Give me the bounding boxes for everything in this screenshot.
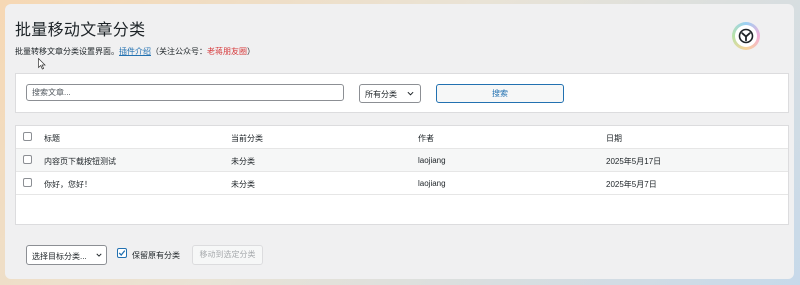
keep-categories-checkbox[interactable] (117, 248, 127, 258)
post-author: laojiang (418, 156, 446, 165)
plugin-page: 批量移动文章分类 批量转移文章分类设置界面。插件介绍（关注公众号：老蒋朋友圈） … (5, 4, 794, 279)
page-title: 批量移动文章分类 (15, 22, 146, 39)
post-date: 2025年5月17日 (606, 157, 662, 166)
chevron-down-icon (96, 253, 102, 257)
search-button[interactable]: 搜索 (436, 84, 564, 103)
table-row: 内容页下载按钮测试 未分类 laojiang 2025年5月17日 (16, 149, 788, 172)
target-category-select[interactable]: 选择目标分类... (26, 245, 107, 265)
search-input[interactable] (26, 84, 344, 101)
keep-categories-label: 保留原有分类 (132, 251, 180, 260)
subtitle-text: 批量转移文章分类设置界面。 (15, 47, 119, 56)
follow-prefix: （关注公众号： (151, 47, 207, 56)
table-header-row: 标题 当前分类 作者 日期 (16, 126, 788, 149)
posts-table: 标题 当前分类 作者 日期 内容页下载按钮测试 未分类 laojiang 202… (15, 125, 789, 225)
post-category: 未分类 (231, 180, 255, 189)
page-subtitle: 批量转移文章分类设置界面。插件介绍（关注公众号：老蒋朋友圈） (15, 46, 255, 57)
category-filter-value: 所有分类 (365, 90, 397, 99)
move-to-category-button[interactable]: 移动到选定分类 (192, 245, 263, 265)
table-row: 你好，您好！ 未分类 laojiang 2025年5月7日 (16, 172, 788, 195)
search-panel: 所有分类 搜索 (15, 73, 789, 113)
row-checkbox[interactable] (23, 178, 32, 187)
account-name: 老蒋朋友圈 (207, 47, 247, 56)
checkmark-icon (118, 250, 126, 256)
select-all-checkbox[interactable] (23, 132, 32, 141)
follow-suffix: ） (247, 47, 255, 56)
column-header-category: 当前分类 (231, 134, 263, 143)
column-header-author: 作者 (418, 134, 434, 143)
post-title: 内容页下载按钮测试 (44, 157, 116, 166)
category-filter-select[interactable]: 所有分类 (359, 84, 421, 103)
target-category-value: 选择目标分类... (32, 252, 87, 261)
row-checkbox[interactable] (23, 155, 32, 164)
plugin-intro-link[interactable]: 插件介绍 (119, 47, 151, 56)
post-author: laojiang (418, 179, 446, 188)
post-category: 未分类 (231, 157, 255, 166)
column-header-title: 标题 (44, 134, 60, 143)
post-title: 你好，您好！ (44, 180, 92, 189)
post-date: 2025年5月7日 (606, 180, 657, 189)
chevron-down-icon (407, 91, 414, 96)
mouse-cursor-icon (38, 58, 46, 70)
bulk-actions-bar: 选择目标分类... 保留原有分类 移动到选定分类 (15, 234, 787, 276)
column-header-date: 日期 (606, 134, 622, 143)
plugin-logo-icon (732, 22, 760, 50)
